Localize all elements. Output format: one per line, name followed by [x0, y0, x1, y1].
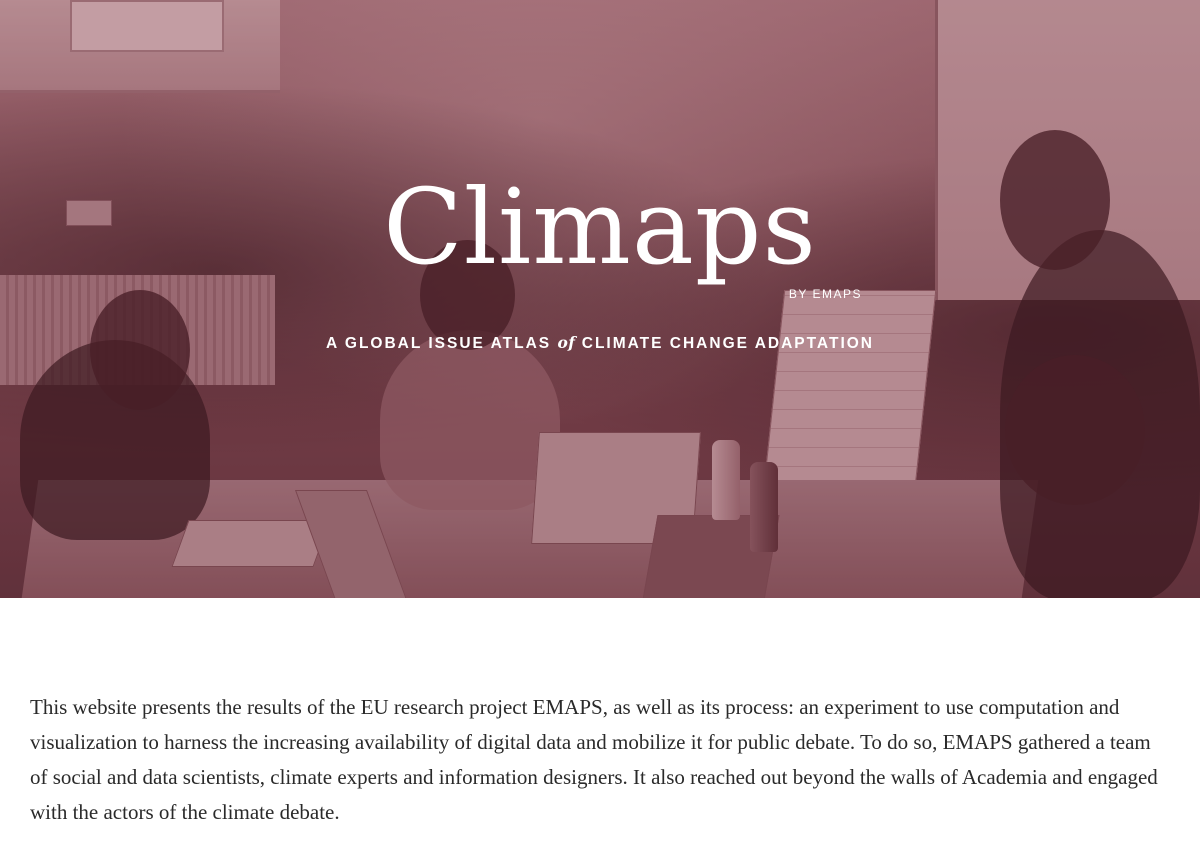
site-tagline: A GLOBAL ISSUE ATLAS of CLIMATE CHANGE A… [0, 333, 1200, 353]
tagline-of: of [557, 333, 576, 352]
site-title[interactable]: Climaps [330, 175, 870, 279]
hero-tint-overlay [0, 0, 1200, 598]
hero-banner: Climaps BY EMAPS A GLOBAL ISSUE ATLAS of… [0, 0, 1200, 598]
site-byline: BY EMAPS [788, 287, 862, 301]
intro-paragraph: This website presents the results of the… [30, 695, 1158, 824]
tagline-part-1: A GLOBAL ISSUE ATLAS [325, 335, 558, 352]
title-block: Climaps BY EMAPS [330, 175, 870, 301]
tagline-part-2: CLIMATE CHANGE ADAPTATION [575, 335, 874, 352]
